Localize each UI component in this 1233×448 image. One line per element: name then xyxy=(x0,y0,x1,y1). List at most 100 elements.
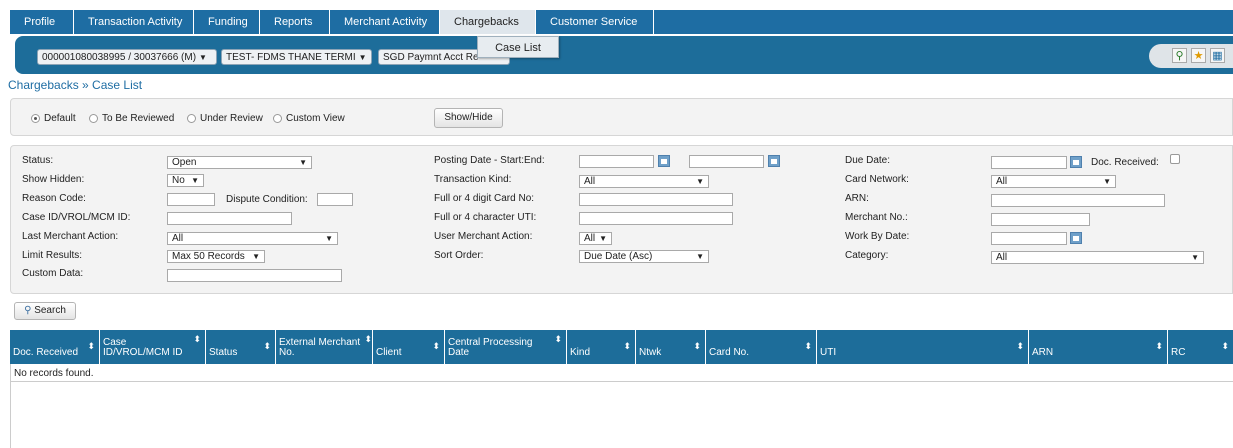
posting-date-end-input[interactable] xyxy=(689,155,764,168)
category-select[interactable]: All ▼ xyxy=(991,251,1204,264)
dispute-condition-input[interactable] xyxy=(317,193,353,206)
doc-received-checkbox[interactable] xyxy=(1170,154,1180,164)
breadcrumb: Chargebacks » Case List xyxy=(8,78,143,92)
column-uti[interactable]: UTI ⬍ xyxy=(817,330,1029,364)
card-network-label: Card Network: xyxy=(845,174,909,185)
toolbar-actions: ⚲ ★ ▦ xyxy=(1149,44,1233,68)
status-value: Open xyxy=(172,157,197,168)
chargebacks-dropdown: Case List xyxy=(477,36,559,58)
tab-merchant-activity[interactable]: Merchant Activity xyxy=(330,10,440,34)
posting-date-start-input[interactable] xyxy=(579,155,654,168)
category-label: Category: xyxy=(845,250,889,261)
search-button[interactable]: ⚲ Search xyxy=(14,302,76,320)
show-hidden-select[interactable]: No ▼ xyxy=(167,174,204,187)
due-date-input[interactable] xyxy=(991,156,1067,169)
reason-code-label: Reason Code: xyxy=(22,193,86,204)
account-toolbar: 000001080038995 / 30037666 (M) ▼ TEST- FD… xyxy=(15,36,1233,74)
radio-to-be-reviewed[interactable]: To Be Reviewed xyxy=(89,113,174,124)
column-external-merchant-no[interactable]: External Merchant No. ⬍ xyxy=(276,330,373,364)
tab-reports[interactable]: Reports xyxy=(260,10,330,34)
case-id-input[interactable] xyxy=(167,212,292,225)
calendar-icon[interactable] xyxy=(1070,232,1082,244)
last-merchant-action-label: Last Merchant Action: xyxy=(22,231,119,242)
column-label: Kind xyxy=(570,347,591,358)
star-icon[interactable]: ★ xyxy=(1191,48,1206,63)
tab-transaction-activity[interactable]: Transaction Activity xyxy=(74,10,194,34)
radio-dot xyxy=(187,114,196,123)
calendar-icon[interactable] xyxy=(1070,156,1082,168)
account-select[interactable]: 000001080038995 / 30037666 (M) ▼ xyxy=(37,49,217,65)
sort-icon: ⬍ xyxy=(1221,341,1229,351)
sort-icon: ⬍ xyxy=(554,334,562,344)
column-doc-received[interactable]: Doc. Received ⬍ xyxy=(10,330,100,364)
calendar-icon[interactable] xyxy=(768,155,780,167)
column-label: RC xyxy=(1171,347,1186,358)
user-merchant-action-select[interactable]: All ▼ xyxy=(579,232,612,245)
grid-icon[interactable]: ▦ xyxy=(1210,48,1225,63)
sort-order-label: Sort Order: xyxy=(434,250,484,261)
user-merchant-action-label: User Merchant Action: xyxy=(434,231,533,242)
sort-icon: ⬍ xyxy=(432,341,440,351)
radio-custom-view[interactable]: Custom View xyxy=(273,113,345,124)
column-ntwk[interactable]: Ntwk ⬍ xyxy=(636,330,706,364)
radio-under-review-label: Under Review xyxy=(200,113,263,124)
column-card-no[interactable]: Card No. ⬍ xyxy=(706,330,817,364)
empty-results-message: No records found. xyxy=(14,368,94,379)
arn-input[interactable] xyxy=(991,194,1165,207)
terminal-select[interactable]: TEST- FDMS THANE TERMI ▼ xyxy=(221,49,372,65)
calendar-icon[interactable] xyxy=(658,155,670,167)
transaction-kind-label: Transaction Kind: xyxy=(434,174,512,185)
reason-code-input[interactable] xyxy=(167,193,215,206)
column-status[interactable]: Status ⬍ xyxy=(206,330,276,364)
sort-icon: ⬍ xyxy=(364,334,372,344)
menu-item-case-list[interactable]: Case List xyxy=(495,42,541,54)
user-merchant-action-value: All xyxy=(584,233,596,244)
sort-order-select[interactable]: Due Date (Asc) ▼ xyxy=(579,250,709,263)
transaction-kind-select[interactable]: All ▼ xyxy=(579,175,709,188)
sort-icon: ⬍ xyxy=(193,334,201,344)
search-icon[interactable]: ⚲ xyxy=(1172,48,1187,63)
uti-input[interactable] xyxy=(579,212,733,225)
tab-profile[interactable]: Profile xyxy=(10,10,74,34)
chevron-down-icon: ▼ xyxy=(1103,177,1111,186)
sort-icon: ⬍ xyxy=(87,341,95,351)
radio-to-be-reviewed-label: To Be Reviewed xyxy=(102,113,175,124)
sort-icon: ⬍ xyxy=(623,341,631,351)
column-central-processing-date[interactable]: Central Processing Date ⬍ xyxy=(445,330,567,364)
column-rc[interactable]: RC ⬍ xyxy=(1168,330,1233,364)
card-no-input[interactable] xyxy=(579,193,733,206)
radio-default[interactable]: Default xyxy=(31,113,76,124)
dispute-condition-label: Dispute Condition: xyxy=(226,194,308,205)
work-by-date-input[interactable] xyxy=(991,232,1067,245)
column-kind[interactable]: Kind ⬍ xyxy=(567,330,636,364)
tab-funding[interactable]: Funding xyxy=(194,10,260,34)
results-table-header: Doc. Received ⬍ Case ID/VROL/MCM ID ⬍ Statu… xyxy=(10,330,1233,364)
status-select[interactable]: Open ▼ xyxy=(167,156,312,169)
column-client[interactable]: Client ⬍ xyxy=(373,330,445,364)
radio-under-review[interactable]: Under Review xyxy=(187,113,263,124)
column-label: Client xyxy=(376,347,402,358)
show-hide-button[interactable]: Show/Hide xyxy=(434,108,503,128)
column-label: Central Processing Date xyxy=(448,337,533,358)
merchant-no-input[interactable] xyxy=(991,213,1090,226)
column-case-id[interactable]: Case ID/VROL/MCM ID ⬍ xyxy=(100,330,206,364)
posting-date-label: Posting Date - Start:End: xyxy=(434,155,545,166)
custom-data-label: Custom Data: xyxy=(22,268,84,279)
search-button-label: Search xyxy=(34,305,66,316)
account-select-value: 000001080038995 / 30037666 (M) xyxy=(42,52,197,63)
custom-data-input[interactable] xyxy=(167,269,342,282)
limit-results-select[interactable]: Max 50 Records ▼ xyxy=(167,250,265,263)
column-label: Card No. xyxy=(709,347,750,358)
radio-dot xyxy=(273,114,282,123)
work-by-date-label: Work By Date: xyxy=(845,231,910,242)
column-arn[interactable]: ARN ⬍ xyxy=(1029,330,1168,364)
card-network-select[interactable]: All ▼ xyxy=(991,175,1116,188)
radio-default-label: Default xyxy=(44,113,76,124)
limit-results-value: Max 50 Records xyxy=(172,251,245,262)
tab-chargebacks[interactable]: Chargebacks xyxy=(440,10,536,34)
transaction-kind-value: All xyxy=(584,176,596,187)
tab-customer-service[interactable]: Customer Service xyxy=(536,10,654,34)
last-merchant-action-select[interactable]: All ▼ xyxy=(167,232,338,245)
table-left-border xyxy=(10,364,11,448)
sort-icon: ⬍ xyxy=(804,341,812,351)
